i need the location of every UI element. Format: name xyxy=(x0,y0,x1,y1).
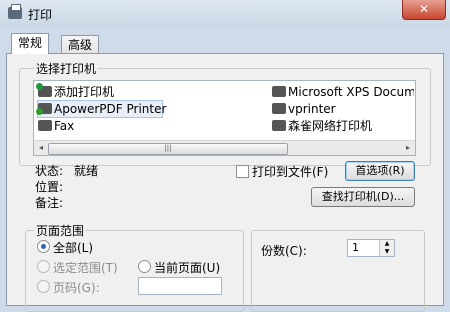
close-button[interactable]: ✕ xyxy=(402,0,446,20)
status-label: 状态: xyxy=(35,164,64,178)
scroll-left-icon[interactable]: ◂ xyxy=(36,143,46,153)
find-printer-button[interactable]: 查找打印机(D)... xyxy=(311,187,415,207)
printer-item-fax[interactable]: Fax xyxy=(38,118,74,134)
copies-label: 份数(C): xyxy=(261,244,307,258)
print-icon xyxy=(8,4,22,19)
horizontal-scrollbar[interactable]: ◂ ||| ▸ xyxy=(34,140,415,155)
radio-pages xyxy=(37,280,50,293)
radio-selection xyxy=(37,260,50,273)
comment-label: 备注: xyxy=(35,196,64,210)
scroll-thumb[interactable]: ||| xyxy=(48,143,288,155)
copies-spinner[interactable]: ▲ ▼ xyxy=(379,240,394,256)
network-printer-icon xyxy=(272,120,286,131)
printer-item-add[interactable]: 添加打印机 xyxy=(36,83,114,100)
title-bar: 打印 ✕ xyxy=(0,0,450,28)
radio-current-page[interactable] xyxy=(138,260,151,273)
tab-general[interactable]: 常规 xyxy=(11,33,50,54)
page-range-title: 页面范围 xyxy=(34,222,87,239)
add-printer-icon xyxy=(36,83,52,97)
copies-value: 1 xyxy=(352,241,359,254)
print-to-file-label[interactable]: 打印到文件(F) xyxy=(252,163,328,180)
copies-input[interactable]: 1 ▲ ▼ xyxy=(347,239,395,257)
print-to-file-checkbox[interactable] xyxy=(236,165,249,178)
printer-item-network[interactable]: 森雀网络打印机 xyxy=(272,118,372,134)
select-printer-title: 选择打印机 xyxy=(34,60,99,77)
pages-input[interactable] xyxy=(138,277,222,295)
preferences-button[interactable]: 首选项(R) xyxy=(345,161,415,181)
printer-icon xyxy=(272,86,286,97)
radio-all[interactable] xyxy=(37,240,50,253)
status-value: 就绪 xyxy=(74,164,99,178)
printer-list[interactable]: 添加打印机 ApowerPDF Printer Fax Microsoft XP… xyxy=(33,80,416,156)
radio-all-label[interactable]: 全部(L) xyxy=(53,239,93,256)
printer-default-icon xyxy=(36,103,52,115)
window-title: 打印 xyxy=(28,8,53,22)
spin-up-icon[interactable]: ▲ xyxy=(380,240,394,248)
spin-down-icon[interactable]: ▼ xyxy=(380,248,394,256)
printer-item-vprinter[interactable]: vprinter xyxy=(272,101,336,117)
tab-advanced[interactable]: 高级 xyxy=(61,35,100,54)
fax-icon xyxy=(38,120,52,131)
radio-selection-label: 选定范围(T) xyxy=(53,261,118,275)
radio-pages-label: 页码(G): xyxy=(53,281,100,295)
location-label: 位置: xyxy=(35,180,64,194)
printer-item-xps[interactable]: Microsoft XPS Docume xyxy=(272,84,414,100)
printer-icon xyxy=(272,103,286,114)
printer-item-apowerpdf[interactable]: ApowerPDF Printer xyxy=(36,100,166,118)
radio-current-page-label[interactable]: 当前页面(U) xyxy=(154,259,220,276)
scroll-right-icon[interactable]: ▸ xyxy=(403,143,413,153)
